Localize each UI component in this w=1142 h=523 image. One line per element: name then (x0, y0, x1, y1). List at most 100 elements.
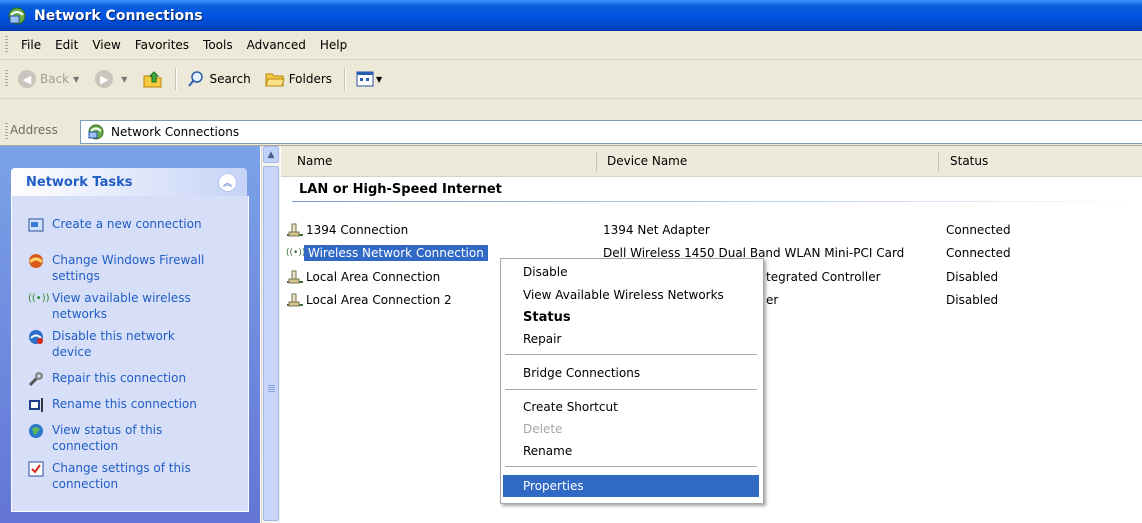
menu-item-label: Create Shortcut (523, 400, 618, 414)
views-icon (356, 71, 374, 87)
collapse-icon[interactable]: ︽ (218, 172, 237, 192)
task-label: Disable this network device (52, 329, 175, 359)
wireless-icon: ((•)) (286, 248, 306, 258)
task-rename-connection[interactable]: Rename this connection (28, 396, 212, 413)
task-view-wireless[interactable]: ((•)) View available wireless networks (28, 290, 212, 322)
menu-view[interactable]: View (85, 35, 127, 55)
menu-item-bridge-connections[interactable]: Bridge Connections (503, 362, 759, 384)
menu-separator (505, 389, 757, 390)
lan-icon (287, 270, 303, 284)
task-label: View available wireless networks (52, 291, 191, 321)
task-label: Create a new connection (52, 217, 202, 231)
menu-item-label: Disable (523, 265, 568, 279)
network-tasks-title: Network Tasks (26, 174, 133, 190)
connection-name: Local Area Connection (306, 270, 441, 284)
menu-item-label: Properties (523, 479, 584, 493)
forward-dropdown-icon[interactable]: ▼ (121, 75, 127, 84)
menu-item-delete[interactable]: Delete (503, 418, 759, 440)
connection-status: Disabled (946, 293, 999, 307)
menu-item-label: Repair (523, 332, 562, 346)
standard-toolbar: ◀ Back ▼ ▶ ▼ Search Folders ▼ (0, 60, 1142, 99)
folder-up-icon (143, 71, 162, 88)
column-name-label: Name (297, 154, 333, 168)
lan-icon (287, 223, 303, 237)
context-menu: Disable View Available Wireless Networks… (500, 258, 764, 504)
column-device-name[interactable]: Device Name (597, 146, 939, 176)
new-connection-icon (28, 218, 44, 232)
menu-item-repair[interactable]: Repair (503, 328, 759, 350)
connection-status: Disabled (946, 270, 999, 284)
menu-grip[interactable] (5, 36, 8, 54)
settings-icon (28, 461, 44, 477)
menu-help[interactable]: Help (313, 35, 354, 55)
address-label: Address (10, 123, 58, 137)
menu-advanced[interactable]: Advanced (240, 35, 313, 55)
search-label: Search (209, 72, 251, 86)
menu-edit[interactable]: Edit (48, 35, 85, 55)
views-dropdown-icon[interactable]: ▼ (376, 75, 382, 84)
connection-status: Connected (946, 223, 1011, 237)
menu-file[interactable]: File (14, 35, 48, 55)
task-label: View status of this connection (52, 423, 163, 453)
search-icon (188, 71, 204, 87)
back-button[interactable]: ◀ Back ▼ (14, 68, 89, 90)
address-field[interactable]: Network Connections (80, 120, 1142, 144)
forward-arrow-icon: ▶ (95, 70, 114, 88)
task-label: Repair this connection (52, 371, 187, 385)
connection-name: Wireless Network Connection (304, 245, 488, 261)
network-connections-icon (88, 124, 104, 140)
column-name[interactable]: Name (281, 146, 597, 176)
task-label: Change settings of this connection (52, 461, 191, 491)
title-bar[interactable]: Network Connections (0, 0, 1142, 31)
connection-row[interactable]: 1394 Connection 1394 Net Adapter Connect… (284, 219, 1142, 241)
connection-name: Local Area Connection 2 (306, 293, 452, 307)
menu-bar: File Edit View Favorites Tools Advanced … (0, 31, 1142, 60)
firewall-icon (28, 254, 44, 268)
menu-favorites[interactable]: Favorites (128, 35, 196, 55)
column-status-label: Status (950, 154, 989, 168)
views-button[interactable]: ▼ (352, 69, 392, 89)
forward-button[interactable]: ▶ ▼ (91, 68, 137, 90)
task-firewall-settings[interactable]: Change Windows Firewall settings (28, 252, 212, 284)
task-pane-scrollbar[interactable]: ▲ (261, 146, 280, 523)
group-divider (292, 201, 1142, 202)
disable-icon (29, 330, 43, 344)
menu-item-create-shortcut[interactable]: Create Shortcut (503, 396, 759, 418)
device-name: er (766, 293, 779, 307)
back-dropdown-icon[interactable]: ▼ (73, 75, 79, 84)
network-tasks-header[interactable]: Network Tasks ︽ (11, 168, 247, 196)
search-button[interactable]: Search (183, 68, 254, 90)
back-arrow-icon: ◀ (18, 70, 36, 88)
menu-item-properties[interactable]: Properties (503, 475, 759, 497)
back-label: Back (40, 72, 70, 86)
toolbar-grip[interactable] (5, 70, 8, 88)
task-label: Rename this connection (52, 397, 197, 411)
connection-name: 1394 Connection (306, 223, 409, 237)
menu-item-label: View Available Wireless Networks (523, 288, 724, 302)
folders-button[interactable]: Folders (261, 68, 336, 90)
address-grip[interactable] (5, 123, 8, 141)
column-status[interactable]: Status (939, 146, 1142, 176)
menu-item-rename[interactable]: Rename (503, 440, 759, 462)
menu-item-status[interactable]: Status (503, 306, 759, 328)
network-tasks-body: Create a new connection Change Windows F… (11, 196, 249, 512)
up-button[interactable] (139, 68, 167, 90)
task-disable-device[interactable]: Disable this network device (28, 328, 212, 360)
menu-item-label: Status (523, 309, 571, 325)
menu-item-label: Delete (523, 422, 563, 436)
menu-separator (505, 466, 757, 467)
menu-item-disable[interactable]: Disable (503, 261, 759, 283)
menu-item-view-wireless-networks[interactable]: View Available Wireless Networks (503, 284, 759, 306)
lan-icon (287, 293, 303, 307)
task-repair-connection[interactable]: Repair this connection (28, 370, 212, 387)
task-create-connection[interactable]: Create a new connection (28, 216, 212, 233)
wireless-icon: ((•)) (28, 293, 50, 304)
menu-tools[interactable]: Tools (196, 35, 240, 55)
connection-status: Connected (946, 246, 1011, 260)
task-view-status[interactable]: View status of this connection (28, 422, 212, 454)
task-change-settings[interactable]: Change settings of this connection (28, 460, 212, 492)
toolbar-separator (175, 68, 178, 90)
menu-item-label: Rename (523, 444, 573, 458)
scroll-up-icon[interactable]: ▲ (263, 146, 279, 163)
scroll-thumb[interactable] (263, 166, 279, 521)
